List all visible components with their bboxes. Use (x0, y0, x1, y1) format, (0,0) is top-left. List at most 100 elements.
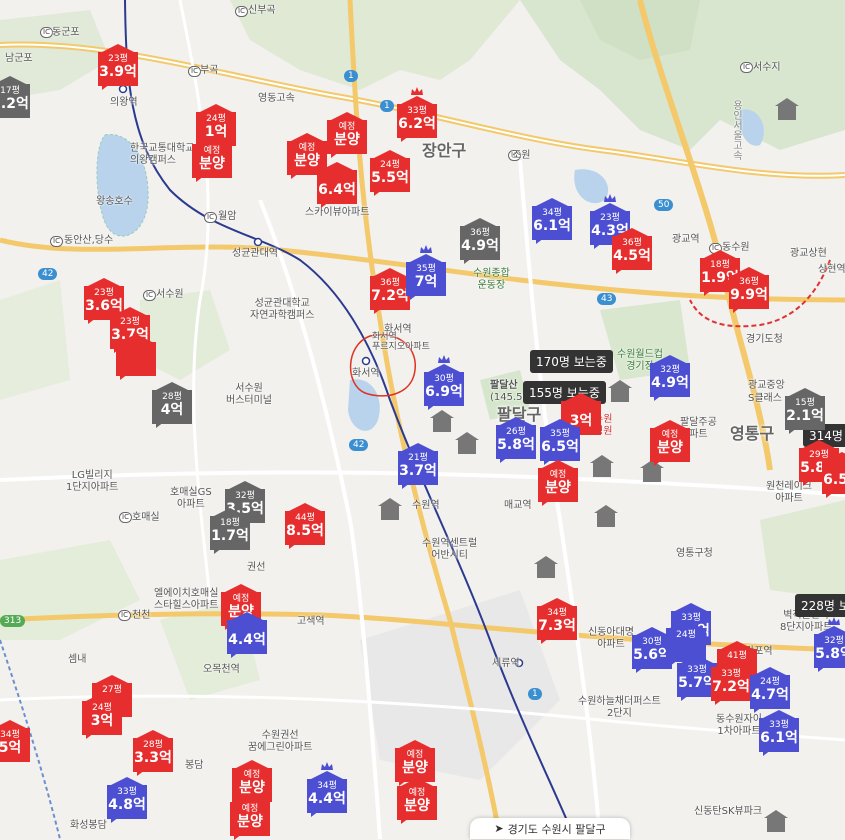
marker-price-label: 3.3억 (134, 750, 172, 766)
place-label: 서수원 (156, 289, 184, 300)
price-marker[interactable]: 32평5.8억 (814, 617, 845, 672)
place-label: 수원역 (412, 500, 440, 511)
price-marker[interactable]: 18평 1.7억 (210, 508, 250, 554)
marker-price-label: 6.4억 (318, 182, 356, 198)
place-label: 신동아대명 아파트 (588, 627, 634, 650)
marker-size-label: 15평 (795, 398, 815, 408)
price-marker[interactable]: 예정 분양 (327, 112, 367, 158)
price-marker[interactable]: 26평 5.8억 (496, 417, 536, 463)
marker-price-label: 5.5억 (371, 170, 409, 186)
price-marker[interactable] (116, 334, 156, 380)
place-label: 수원종합 운동장 (473, 268, 510, 291)
price-marker[interactable]: 32평 4.9억 (650, 355, 690, 401)
price-marker[interactable]: 예정 분양 (538, 460, 578, 506)
ic-badge-icon: IC (204, 212, 217, 223)
place-label: 부곡 (200, 65, 219, 76)
place-label: 경기도청 (746, 334, 783, 345)
marker-size-label: 33평 (769, 720, 789, 730)
marker-size-label: 17평 (0, 86, 20, 96)
price-marker[interactable]: 36평 4.9억 (460, 218, 500, 264)
marker-size-label: 18평 (220, 518, 240, 528)
price-marker[interactable]: 24평 5.5억 (370, 150, 410, 196)
crown-icon (438, 355, 450, 363)
place-label: 상현역 (818, 264, 845, 275)
marker-size-label: 36평 (470, 228, 490, 238)
price-marker[interactable]: 24평 3억 (82, 693, 122, 739)
marker-price-label: 6.2억 (398, 116, 436, 132)
place-label: 호매실 (132, 512, 160, 523)
location-bar[interactable]: ➤ 경기도 수원시 팔달구 (470, 818, 630, 839)
price-marker[interactable]: 17평1.2억 (0, 76, 30, 122)
marker-size-label: 예정 (406, 750, 424, 760)
price-marker[interactable]: 6.5억 (822, 452, 845, 498)
place-label: 매교역 (504, 500, 532, 511)
price-marker[interactable]: 34평 7.3억 (537, 598, 577, 644)
viewer-count-tag[interactable]: 228명 보는 (795, 594, 845, 617)
place-label: 동안산,당수 (64, 235, 114, 246)
marker-size-label: 36평 (380, 278, 400, 288)
marker-size-label: 예정 (549, 470, 567, 480)
place-label: 수원권선 꿈에그린아파트 (248, 730, 313, 753)
price-marker[interactable]: 36평 9.9억 (729, 267, 769, 313)
place-label: 영동고속 (258, 93, 295, 104)
price-marker[interactable]: 예정 분양 (230, 794, 270, 840)
marker-price-label: 9.9억 (730, 287, 768, 303)
marker-price-label: 7.3억 (538, 618, 576, 634)
price-marker[interactable]: 28평 3.3억 (133, 730, 173, 776)
apartment-marker-icon[interactable] (764, 810, 788, 836)
marker-size-label: 28평 (162, 392, 182, 402)
price-marker[interactable]: 30평 6.9억 (424, 355, 464, 410)
marker-size-label: 예정 (241, 804, 259, 814)
apartment-marker-icon[interactable] (594, 505, 618, 531)
price-marker[interactable]: 15평 2.1억 (785, 388, 825, 434)
price-marker[interactable]: 23평 3.9억 (98, 44, 138, 90)
marker-size-label: 33평 (117, 787, 137, 797)
price-marker[interactable]: 예정 분양 (650, 420, 690, 466)
price-marker[interactable]: 24평 4.7억 (750, 667, 790, 713)
apartment-marker-icon[interactable] (608, 380, 632, 406)
apartment-marker-icon[interactable] (378, 498, 402, 524)
price-marker[interactable]: 28평 4억 (152, 382, 192, 428)
price-marker[interactable]: 예정 분양 (192, 136, 232, 182)
marker-price-label: 4.9억 (651, 375, 689, 391)
apartment-marker-icon[interactable] (430, 410, 454, 436)
apartment-marker-icon[interactable] (455, 432, 479, 458)
price-marker[interactable]: 34평 4.4억 (307, 762, 347, 817)
marker-price-label: 분양 (657, 440, 683, 456)
price-marker[interactable]: 33평 7.2억 (711, 659, 751, 705)
marker-price-label: 2.1억 (786, 408, 824, 424)
marker-price-label: 5억 (0, 740, 22, 756)
district-label-yeongtong: 영통구 (730, 424, 775, 443)
marker-price-label: 4.5억 (613, 248, 651, 264)
ic-badge-icon: IC (188, 66, 201, 77)
place-label: 월암 (218, 211, 237, 222)
price-marker[interactable]: 36평 7.2억 (370, 268, 410, 314)
price-marker[interactable]: 35평 7억 (406, 245, 446, 300)
apartment-marker-icon[interactable] (775, 98, 799, 124)
price-marker[interactable]: 33평 6.2억 (397, 87, 437, 142)
marker-size-label: 34평 (317, 781, 337, 791)
price-marker[interactable]: 34평 6.1억 (532, 198, 572, 244)
marker-size-label: 예정 (408, 788, 426, 798)
price-marker[interactable]: 35평 6.5억 (540, 419, 580, 465)
viewer-count-tag[interactable]: 170명 보는중 (530, 350, 613, 373)
marker-size-label: 예정 (203, 146, 221, 156)
price-marker[interactable]: 44평 8.5억 (285, 503, 325, 549)
apartment-marker-icon[interactable] (534, 556, 558, 582)
price-marker[interactable]: 34평 5억 (0, 720, 30, 766)
price-marker[interactable]: 예정 분양 (397, 778, 437, 824)
marker-size-label: 24평 (760, 677, 780, 687)
marker-price-label: 5.8억 (815, 646, 845, 662)
price-marker[interactable]: 33평 4.8억 (107, 777, 147, 823)
price-marker[interactable]: 36평 4.5억 (612, 228, 652, 274)
route-shield-icon: 1 (380, 100, 394, 112)
price-marker[interactable]: 6.4억 (317, 162, 357, 208)
place-label: 광교상현 (790, 248, 827, 259)
price-marker[interactable]: 4.4억 (227, 612, 267, 658)
marker-size-label: 23평 (108, 54, 128, 64)
apartment-marker-icon[interactable] (590, 455, 614, 481)
place-label: 영통구청 (676, 548, 713, 559)
place-label: LG빌리지 1단지아파트 (66, 470, 119, 493)
price-marker[interactable]: 33평 6.1억 (759, 710, 799, 756)
price-marker[interactable]: 21평 3.7억 (398, 443, 438, 489)
